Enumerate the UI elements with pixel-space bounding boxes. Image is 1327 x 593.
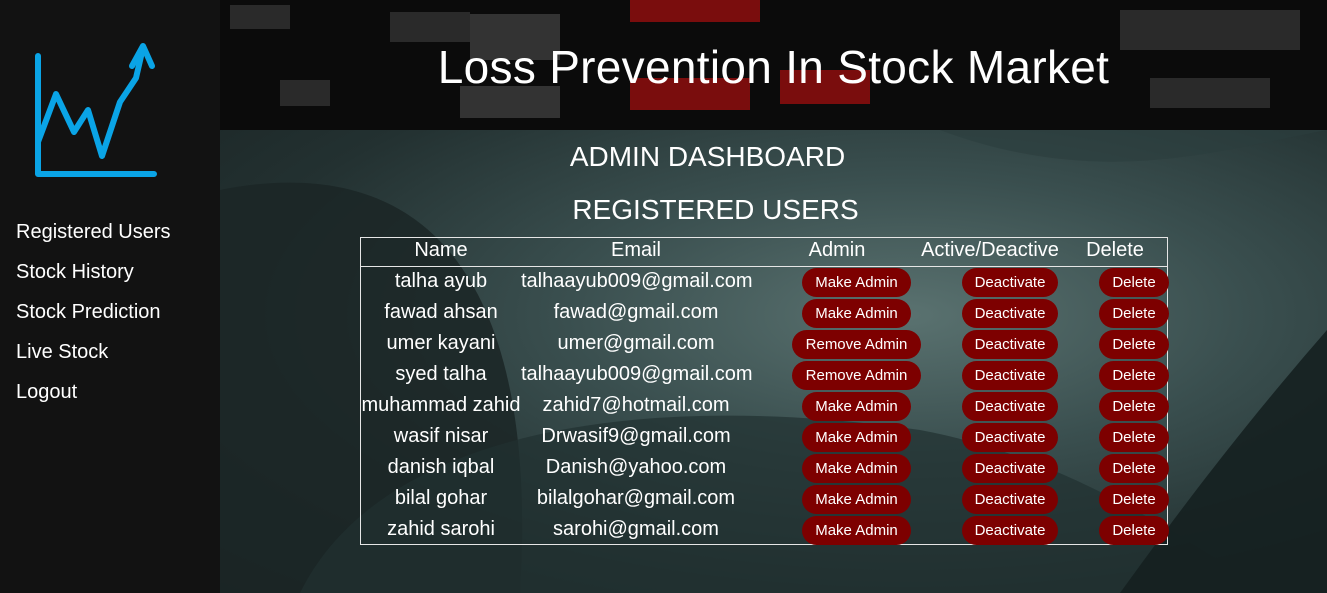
delete-button[interactable]: Delete (1099, 361, 1169, 390)
user-email: zahid7@hotmail.com (542, 394, 730, 416)
table-row: danish iqbal Danish@yahoo.com Make Admin… (361, 453, 1169, 484)
table-header: Name Email Admin Active/Deactive Delete (361, 238, 1169, 266)
table-row: fawad ahsan fawad@gmail.com Make Admin D… (361, 298, 1169, 329)
make-admin-button[interactable]: Make Admin (802, 268, 911, 297)
user-name: fawad ahsan (384, 301, 498, 323)
make-admin-button[interactable]: Make Admin (802, 454, 911, 483)
sidebar-item-live-stock[interactable]: Live Stock (16, 338, 171, 378)
table-row: talha ayub talhaayub009@gmail.com Make A… (361, 267, 1169, 298)
stock-chart-logo-icon[interactable] (30, 38, 162, 182)
deactivate-button[interactable]: Deactivate (962, 454, 1058, 483)
user-email: talhaayub009@gmail.com (521, 363, 753, 385)
remove-admin-button[interactable]: Remove Admin (792, 330, 921, 359)
deactivate-button[interactable]: Deactivate (962, 299, 1058, 328)
user-email: Drwasif9@gmail.com (541, 425, 731, 447)
user-name: wasif nisar (393, 425, 489, 447)
user-name: zahid sarohi (387, 518, 495, 540)
make-admin-button[interactable]: Make Admin (802, 516, 911, 545)
column-header-name: Name (414, 239, 468, 261)
user-email: umer@gmail.com (557, 332, 715, 354)
make-admin-button[interactable]: Make Admin (802, 299, 911, 328)
table-row: zahid sarohi sarohi@gmail.com Make Admin… (361, 515, 1169, 546)
delete-button[interactable]: Delete (1099, 268, 1169, 297)
delete-button[interactable]: Delete (1099, 516, 1169, 545)
user-email: talhaayub009@gmail.com (521, 270, 753, 292)
make-admin-button[interactable]: Make Admin (802, 423, 911, 452)
deactivate-button[interactable]: Deactivate (962, 423, 1058, 452)
user-email: Danish@yahoo.com (545, 456, 727, 478)
users-table: Name Email Admin Active/Deactive Delete … (360, 237, 1169, 546)
delete-button[interactable]: Delete (1099, 423, 1169, 452)
user-name: umer kayani (386, 332, 496, 354)
sidebar-nav: Registered Users Stock History Stock Pre… (16, 218, 171, 418)
sidebar-item-registered-users[interactable]: Registered Users (16, 218, 171, 258)
deactivate-button[interactable]: Deactivate (962, 268, 1058, 297)
sidebar-item-logout[interactable]: Logout (16, 378, 171, 418)
user-name: syed talha (395, 363, 487, 385)
remove-admin-button[interactable]: Remove Admin (792, 361, 921, 390)
section-title: REGISTERED USERS (572, 194, 859, 225)
sidebar-item-stock-history[interactable]: Stock History (16, 258, 171, 298)
user-email: bilalgohar@gmail.com (536, 487, 736, 509)
header-banner: Loss Prevention In Stock Market (220, 0, 1327, 130)
user-email: fawad@gmail.com (553, 301, 719, 323)
sidebar: Registered Users Stock History Stock Pre… (0, 0, 220, 593)
deactivate-button[interactable]: Deactivate (962, 485, 1058, 514)
delete-button[interactable]: Delete (1099, 485, 1169, 514)
main-content: ADMIN DASHBOARD REGISTERED USERS Name Em… (220, 130, 1327, 593)
deactivate-button[interactable]: Deactivate (962, 330, 1058, 359)
table-row: wasif nisar Drwasif9@gmail.com Make Admi… (361, 422, 1169, 453)
make-admin-button[interactable]: Make Admin (802, 392, 911, 421)
user-email: sarohi@gmail.com (553, 518, 719, 540)
table-row: umer kayani umer@gmail.com Remove Admin … (361, 329, 1169, 360)
sidebar-item-stock-prediction[interactable]: Stock Prediction (16, 298, 171, 338)
deactivate-button[interactable]: Deactivate (962, 361, 1058, 390)
dashboard-title: ADMIN DASHBOARD (569, 141, 846, 172)
user-name: danish iqbal (387, 456, 495, 478)
deactivate-button[interactable]: Deactivate (962, 516, 1058, 545)
deactivate-button[interactable]: Deactivate (962, 392, 1058, 421)
column-header-admin: Admin (808, 239, 866, 261)
user-name: talha ayub (394, 270, 488, 292)
table-row: muhammad zahid zahid7@hotmail.com Make A… (361, 391, 1169, 422)
user-name: bilal gohar (394, 487, 488, 509)
page-title: Loss Prevention In Stock Market (437, 41, 1110, 93)
table-row: bilal gohar bilalgohar@gmail.com Make Ad… (361, 484, 1169, 515)
delete-button[interactable]: Delete (1099, 299, 1169, 328)
make-admin-button[interactable]: Make Admin (802, 485, 911, 514)
delete-button[interactable]: Delete (1099, 330, 1169, 359)
column-header-email: Email (610, 239, 661, 261)
table-row: syed talha talhaayub009@gmail.com Remove… (361, 360, 1169, 391)
delete-button[interactable]: Delete (1099, 392, 1169, 421)
delete-button[interactable]: Delete (1099, 454, 1169, 483)
user-name: muhammad zahid (361, 394, 521, 416)
column-header-active-deactive: Active/Deactive (921, 239, 1059, 261)
column-header-delete: Delete (1086, 239, 1144, 261)
